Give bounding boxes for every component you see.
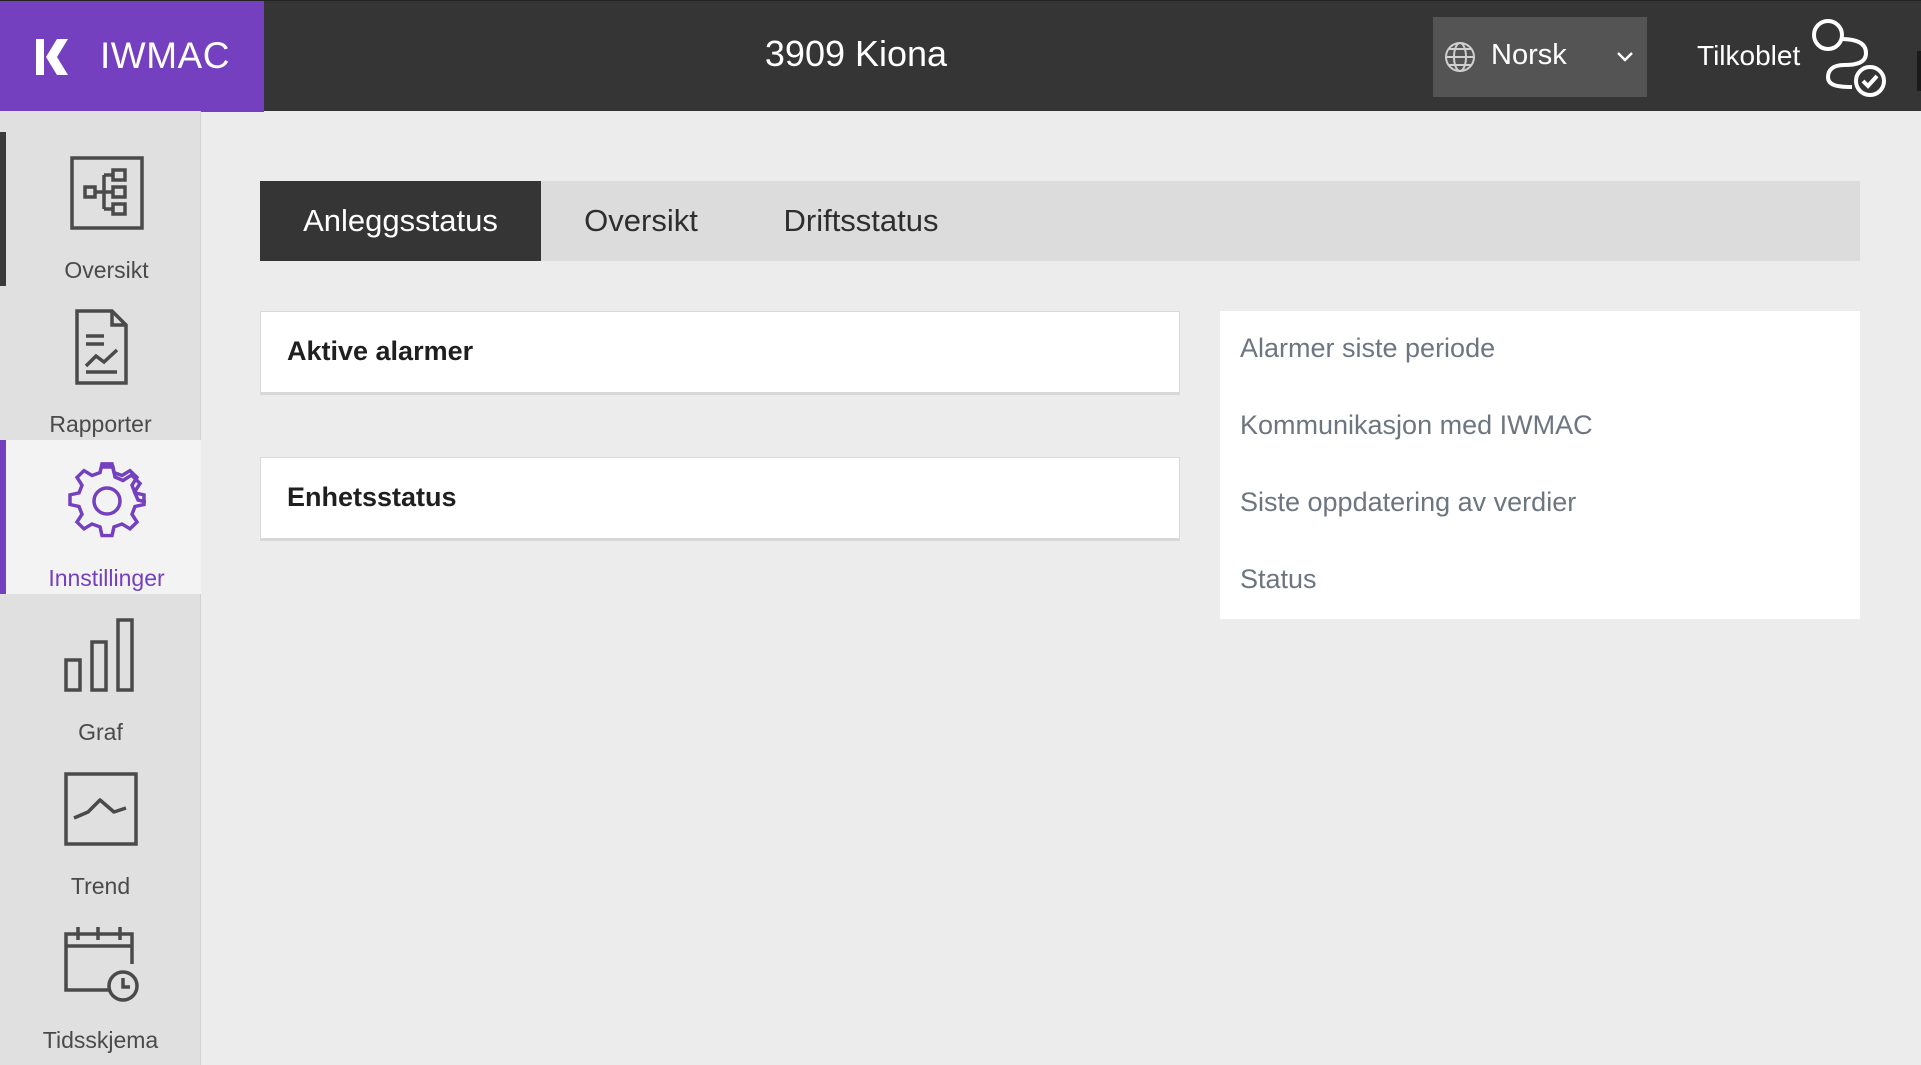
panel-row-status[interactable]: Status	[1240, 564, 1317, 595]
brand-name: IWMAC	[100, 35, 230, 76]
sidebar-item-label: Trend	[70, 873, 131, 899]
calendar-clock-icon	[64, 927, 139, 1002]
globe-icon	[1445, 42, 1475, 72]
connected-icon[interactable]	[1808, 15, 1892, 99]
card-title: Enhetsstatus	[287, 482, 457, 512]
sidebar-item-label: Oversikt	[64, 257, 149, 283]
chevron-down-icon	[1617, 52, 1633, 62]
top-bar: IWMAC 3909 Kiona Norsk Tilkoblet	[0, 0, 1921, 112]
sidebar-item-innstillinger[interactable]: Innstillinger	[0, 440, 201, 594]
sidebar-item-label: Rapporter	[49, 411, 152, 437]
tab-bar: Anleggsstatus Oversikt Driftsstatus	[260, 181, 1860, 261]
sidebar-item-label: Graf	[78, 719, 123, 745]
language-select[interactable]: Norsk	[1433, 17, 1647, 97]
sidebar-item-label: Tidsskjema	[42, 1027, 159, 1053]
sidebar-item-oversikt[interactable]: Oversikt	[0, 132, 201, 286]
sidebar-item-rapporter[interactable]: Rapporter	[0, 286, 201, 440]
gear-icon	[68, 462, 146, 538]
sidebar-item-tidsskjema[interactable]: Tidsskjema	[0, 902, 201, 1056]
unit-status-card[interactable]: Enhetsstatus	[260, 457, 1180, 541]
hierarchy-icon	[70, 156, 144, 230]
tab-driftsstatus[interactable]: Driftsstatus	[741, 181, 981, 261]
sidebar-item-trend[interactable]: Trend	[0, 748, 201, 902]
sidebar: Oversikt Rapporter Innstillinger Graf Tr…	[0, 111, 201, 1065]
sidebar-item-label: Innstillinger	[48, 565, 165, 591]
connection-status-label: Tilkoblet	[1697, 40, 1801, 71]
site-title: 3909 Kiona	[764, 33, 948, 74]
tab-oversikt[interactable]: Oversikt	[541, 181, 741, 261]
trend-icon	[64, 772, 138, 846]
report-icon	[75, 309, 128, 385]
tab-anleggsstatus[interactable]: Anleggsstatus	[260, 181, 541, 261]
panel-row-communication[interactable]: Kommunikasjon med IWMAC	[1240, 410, 1593, 441]
card-title: Aktive alarmer	[287, 336, 474, 366]
active-alarms-card[interactable]: Aktive alarmer	[260, 311, 1180, 395]
panel-row-alarms-period[interactable]: Alarmer siste periode	[1240, 333, 1495, 364]
language-label: Norsk	[1491, 39, 1567, 71]
kiona-logo-icon	[36, 39, 68, 75]
panel-row-last-update[interactable]: Siste oppdatering av verdier	[1240, 487, 1576, 518]
status-panel: Alarmer siste periode Kommunikasjon med …	[1220, 311, 1860, 619]
topbar-edge	[1917, 51, 1921, 91]
bar-chart-icon	[64, 618, 134, 692]
sidebar-item-graf[interactable]: Graf	[0, 594, 201, 748]
brand[interactable]: IWMAC	[0, 1, 264, 112]
